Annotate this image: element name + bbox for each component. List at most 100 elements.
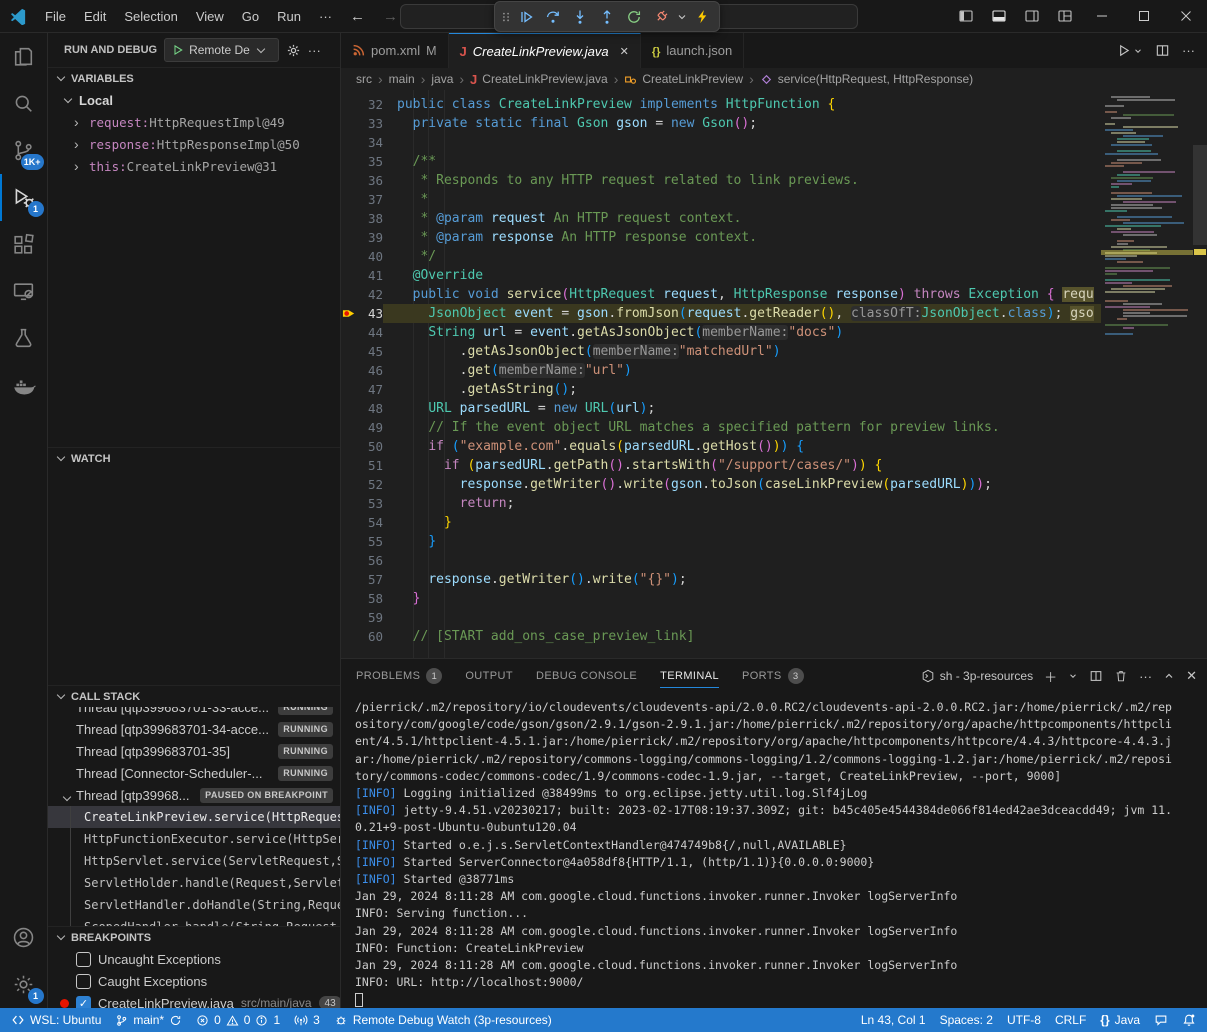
forwarded-ports-status[interactable]: 3 bbox=[287, 1008, 327, 1032]
split-terminal-icon[interactable] bbox=[1089, 669, 1103, 683]
code-line[interactable]: 41 @Override bbox=[341, 266, 1101, 285]
panel-tab-output[interactable]: OUTPUT bbox=[465, 659, 513, 693]
code-line[interactable]: 33 private static final Gson gson = new … bbox=[341, 114, 1101, 133]
customize-layout-icon[interactable] bbox=[1048, 0, 1081, 33]
code-line[interactable]: 38 * @param request An HTTP request cont… bbox=[341, 209, 1101, 228]
code-line[interactable]: 54 } bbox=[341, 513, 1101, 532]
accounts-icon[interactable] bbox=[0, 914, 48, 961]
thread-row[interactable]: Thread [qtp399683701-33-acce...RUNNING bbox=[48, 707, 340, 718]
menu-item-selection[interactable]: Selection bbox=[115, 0, 186, 33]
code-line[interactable]: 44 String url = event.getAsJsonObject(me… bbox=[341, 323, 1101, 342]
minimap[interactable] bbox=[1101, 90, 1193, 658]
call-stack-header[interactable]: CALL STACK bbox=[48, 685, 340, 707]
menu-item-run[interactable]: Run bbox=[268, 0, 310, 33]
stack-frame[interactable]: ServletHandler.doHandle(String,Reque bbox=[48, 894, 340, 916]
menu-item-file[interactable]: File bbox=[36, 0, 75, 33]
breadcrumb-item[interactable]: main bbox=[389, 72, 415, 86]
step-over-button[interactable] bbox=[540, 4, 566, 30]
panel-more-actions[interactable]: ··· bbox=[1139, 669, 1152, 684]
source-control-icon[interactable]: 1K+ bbox=[0, 127, 48, 174]
close-panel-icon[interactable]: ✕ bbox=[1186, 668, 1197, 684]
explorer-icon[interactable] bbox=[0, 33, 48, 80]
editor-more-actions[interactable]: ··· bbox=[1182, 43, 1195, 58]
thread-row[interactable]: Thread [qtp39968...PAUSED ON BREAKPOINT bbox=[48, 784, 340, 806]
chevron-down-icon[interactable] bbox=[675, 4, 688, 30]
code-line[interactable]: 60 // [START add_ons_case_preview_link] bbox=[341, 627, 1101, 646]
step-out-button[interactable] bbox=[594, 4, 620, 30]
remote-indicator[interactable]: WSL: Ubuntu bbox=[4, 1008, 108, 1032]
tab-CreateLinkPreview.java[interactable]: JCreateLinkPreview.java✕ bbox=[449, 33, 641, 68]
stack-frame[interactable]: HttpFunctionExecutor.service(HttpSer bbox=[48, 828, 340, 850]
stack-frame[interactable]: ServletHolder.handle(Request,Servlet bbox=[48, 872, 340, 894]
breakpoint-checkbox[interactable] bbox=[76, 952, 91, 967]
code-line[interactable]: 59 bbox=[341, 608, 1101, 627]
sidebar-more-actions[interactable]: ··· bbox=[308, 43, 321, 58]
docker-icon[interactable] bbox=[0, 362, 48, 409]
code-line[interactable]: 47 .getAsString(); bbox=[341, 380, 1101, 399]
terminal-output[interactable]: /pierrick/.m2/repository/io/cloudevents/… bbox=[355, 699, 1199, 1008]
code-line[interactable]: 48 URL parsedURL = new URL(url); bbox=[341, 399, 1101, 418]
code-line[interactable]: 50 if ("example.com".equals(parsedURL.ge… bbox=[341, 437, 1101, 456]
menu-item-go[interactable]: Go bbox=[233, 0, 268, 33]
step-into-button[interactable] bbox=[567, 4, 593, 30]
breakpoint-row[interactable]: Uncaught Exceptions bbox=[48, 948, 340, 970]
kill-terminal-icon[interactable] bbox=[1114, 669, 1128, 683]
terminal-instance-select[interactable]: sh - 3p-resources bbox=[921, 669, 1033, 683]
breakpoint-checkbox[interactable] bbox=[76, 974, 91, 989]
stack-frame[interactable]: ScopedHandler.handle(String,Request, bbox=[48, 916, 340, 926]
run-and-debug-icon[interactable]: 1 bbox=[0, 174, 48, 221]
breakpoint-checkbox[interactable]: ✓ bbox=[76, 996, 91, 1009]
breakpoint-row[interactable]: Caught Exceptions bbox=[48, 970, 340, 992]
new-terminal-button[interactable]: ＋ bbox=[1044, 667, 1057, 686]
tab-pom.xml[interactable]: pom.xmlM bbox=[341, 33, 449, 68]
thread-row[interactable]: Thread [qtp399683701-34-acce...RUNNING bbox=[48, 718, 340, 740]
code-line[interactable]: 35 /** bbox=[341, 152, 1101, 171]
debug-settings-gear-icon[interactable] bbox=[286, 43, 301, 58]
extensions-icon[interactable] bbox=[0, 221, 48, 268]
variable-row[interactable]: ›request: HttpRequestImpl@49 bbox=[48, 111, 340, 133]
code-line[interactable]: 46 .get(memberName:"url") bbox=[341, 361, 1101, 380]
breadcrumb-item[interactable]: src bbox=[356, 72, 372, 86]
toggle-secondary-sidebar-icon[interactable] bbox=[1015, 0, 1048, 33]
code-line[interactable]: 53 return; bbox=[341, 494, 1101, 513]
menu-item-edit[interactable]: Edit bbox=[75, 0, 115, 33]
drag-handle-icon[interactable] bbox=[499, 4, 512, 30]
breakpoint-row[interactable]: ✓CreateLinkPreview.javasrc/main/java43 bbox=[48, 992, 340, 1008]
hot-code-replace-button[interactable] bbox=[689, 4, 715, 30]
code-line[interactable]: 58 } bbox=[341, 589, 1101, 608]
editor-scrollbar[interactable] bbox=[1193, 90, 1207, 658]
language-mode[interactable]: {}Java bbox=[1093, 1008, 1147, 1032]
code-line[interactable]: 36 * Responds to any HTTP request relate… bbox=[341, 171, 1101, 190]
eol-sequence[interactable]: CRLF bbox=[1048, 1008, 1093, 1032]
debug-session-status[interactable]: Remote Debug Watch (3p-resources) bbox=[327, 1008, 559, 1032]
code-line[interactable]: 45 .getAsJsonObject(memberName:"matchedU… bbox=[341, 342, 1101, 361]
panel-tab-terminal[interactable]: TERMINAL bbox=[660, 659, 719, 693]
nav-back-icon[interactable]: ← bbox=[341, 8, 374, 25]
restart-button[interactable] bbox=[621, 4, 647, 30]
maximize-button[interactable] bbox=[1123, 0, 1165, 33]
close-icon[interactable]: ✕ bbox=[620, 45, 629, 58]
menu-item-more[interactable]: ··· bbox=[310, 0, 341, 33]
settings-gear-icon[interactable]: 1 bbox=[0, 961, 48, 1008]
code-line[interactable]: 57 response.getWriter().write("{}"); bbox=[341, 570, 1101, 589]
panel-tab-debug-console[interactable]: DEBUG CONSOLE bbox=[536, 659, 637, 693]
disconnect-button[interactable] bbox=[648, 4, 674, 30]
thread-row[interactable]: Thread [qtp399683701-35]RUNNING bbox=[48, 740, 340, 762]
maximize-panel-icon[interactable] bbox=[1163, 670, 1175, 682]
testing-icon[interactable] bbox=[0, 315, 48, 362]
search-icon[interactable] bbox=[0, 80, 48, 127]
continue-button[interactable] bbox=[513, 4, 539, 30]
code-line[interactable]: 43 JsonObject event = gson.fromJson(requ… bbox=[341, 304, 1101, 323]
stack-frame[interactable]: CreateLinkPreview.service(HttpReques bbox=[48, 806, 340, 828]
code-line[interactable]: 56 bbox=[341, 551, 1101, 570]
stack-frame[interactable]: HttpServlet.service(ServletRequest,S bbox=[48, 850, 340, 872]
breadcrumb-item[interactable]: service(HttpRequest, HttpResponse) bbox=[778, 72, 973, 86]
toggle-panel-icon[interactable] bbox=[982, 0, 1015, 33]
code-line[interactable]: 49 // If the event object URL matches a … bbox=[341, 418, 1101, 437]
scrollbar-slider[interactable] bbox=[1193, 145, 1207, 245]
code-line[interactable]: 52 response.getWriter().write(gson.toJso… bbox=[341, 475, 1101, 494]
breadcrumb-item[interactable]: CreateLinkPreview bbox=[642, 72, 743, 86]
code-line[interactable]: 40 */ bbox=[341, 247, 1101, 266]
tab-launch.json[interactable]: {}launch.json bbox=[641, 33, 744, 68]
menu-item-view[interactable]: View bbox=[187, 0, 233, 33]
